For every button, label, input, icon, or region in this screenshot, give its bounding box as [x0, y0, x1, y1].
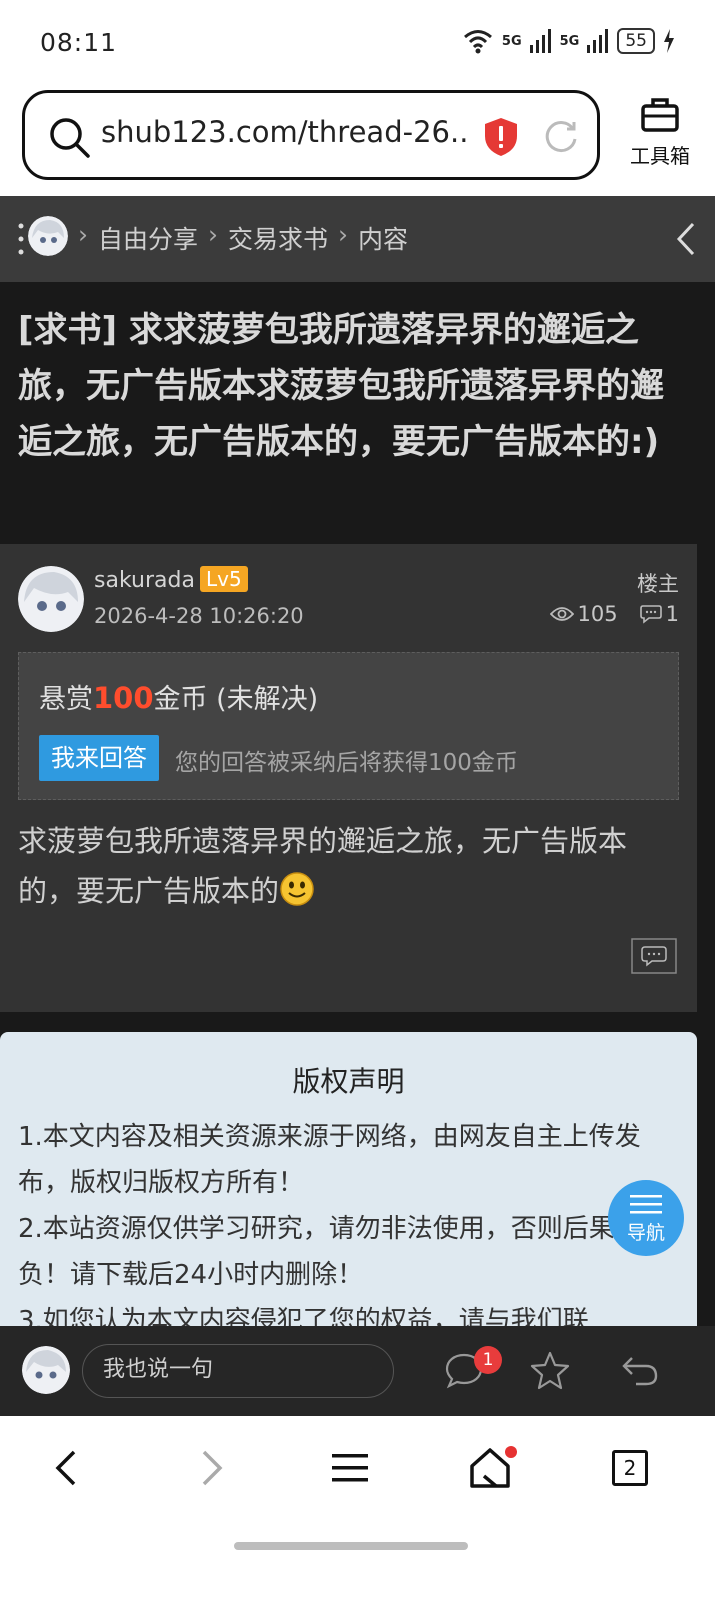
reply-comment-icon[interactable]	[631, 938, 677, 974]
back-icon[interactable]	[46, 1446, 90, 1490]
shield-icon[interactable]	[483, 117, 519, 157]
author-name[interactable]: sakurada	[94, 568, 195, 593]
floating-nav-button[interactable]: 导航	[608, 1180, 684, 1256]
back-chevron-icon[interactable]	[673, 220, 697, 258]
author-avatar[interactable]	[18, 566, 84, 632]
reward-box: 悬赏100金币 (未解决) 我来回答 您的回答被采纳后将获得100金币	[18, 652, 679, 800]
post-stats: 105 1	[549, 602, 679, 626]
browser-toolbar: shub123.com/thread-26... 工具箱	[0, 88, 715, 196]
avatar[interactable]	[28, 216, 68, 256]
copyright-lines: 1.本文内容及相关资源来源于网络，由网友自主上传发布，版权归版权方所有！ 2.本…	[0, 1100, 697, 1344]
status-bar: 08:11 5G 5G 55	[0, 0, 715, 88]
author-role: 楼主	[637, 572, 679, 596]
url-text[interactable]: shub123.com/thread-26...	[101, 115, 471, 149]
toolbox-button[interactable]: 工具箱	[618, 96, 702, 169]
copyright-notice: 版权声明 1.本文内容及相关资源来源于网络，由网友自主上传发布，版权归版权方所有…	[0, 1032, 697, 1352]
tabs-button[interactable]: 2	[612, 1450, 648, 1486]
menu-dots-icon[interactable]	[18, 222, 24, 256]
copyright-line: 1.本文内容及相关资源来源于网络，由网友自主上传发布，版权归版权方所有！	[18, 1122, 641, 1198]
status-icons: 5G 5G 55	[462, 28, 675, 54]
views-stat: 105	[549, 602, 618, 626]
breadcrumb-item-free-share[interactable]: 自由分享	[98, 220, 198, 256]
post-card: sakurada Lv5 2026-4-28 10:26:20 楼主 105 1	[0, 544, 697, 1012]
replies-stat: 1	[639, 602, 679, 626]
reply-input[interactable]: 我也说一句	[82, 1344, 394, 1398]
comment-count-badge: 1	[474, 1346, 502, 1374]
status-time: 08:11	[40, 28, 118, 57]
views-count: 105	[577, 602, 618, 626]
reward-hint: 您的回答被采纳后将获得100金币	[175, 750, 518, 776]
breadcrumb-bar: › 自由分享 › 交易求书 › 内容	[0, 196, 715, 282]
user-avatar[interactable]	[22, 1346, 70, 1394]
copyright-title: 版权声明	[292, 1065, 405, 1098]
post-date: 2026-4-28 10:26:20	[94, 604, 304, 628]
reward-amount: 100	[93, 681, 154, 715]
menu-icon	[630, 1195, 662, 1214]
reward-text: 悬赏100金币 (未解决)	[39, 681, 319, 715]
replies-count: 1	[665, 602, 679, 626]
toolbox-icon	[641, 98, 679, 132]
menu-icon[interactable]	[328, 1446, 372, 1490]
favorite-star-icon[interactable]	[530, 1350, 570, 1390]
signal-label-1: 5G	[501, 33, 522, 49]
gesture-bar[interactable]	[234, 1542, 468, 1550]
smiley-icon	[280, 872, 314, 906]
signal-icon	[529, 29, 551, 53]
notification-dot	[505, 1446, 517, 1458]
post-body: 求菠萝包我所遗落异界的邂逅之旅，无广告版本的，要无广告版本的	[18, 824, 628, 908]
signal-icon	[587, 29, 609, 53]
reply-bar: 我也说一句	[0, 1326, 715, 1416]
comment-icon	[639, 605, 662, 624]
signal-label-2: 5G	[559, 33, 580, 49]
forward-icon[interactable]	[188, 1446, 232, 1490]
toolbox-label: 工具箱	[630, 144, 690, 168]
answer-button[interactable]: 我来回答	[39, 735, 159, 781]
browser-bottom-nav: 2	[0, 1416, 715, 1600]
wifi-icon	[463, 30, 492, 54]
battery-indicator: 55	[617, 28, 655, 54]
address-bar[interactable]: shub123.com/thread-26...	[22, 90, 600, 180]
share-return-icon[interactable]	[620, 1350, 660, 1390]
thread-title: [求书] 求求菠萝包我所遗落异界的邂逅之旅，无广告版本求菠萝包我所遗落异界的邂逅…	[18, 310, 664, 462]
search-icon	[50, 118, 90, 158]
reload-icon[interactable]	[541, 117, 581, 157]
copyright-line: 2.本站资源仅供学习研究，请勿非法使用，否则后果自负！请下载后24小时内删除！	[18, 1214, 641, 1290]
eye-icon	[549, 607, 574, 621]
breadcrumb-item-content: 内容	[358, 225, 409, 254]
level-badge: Lv5	[200, 566, 248, 592]
charging-icon	[664, 29, 674, 53]
breadcrumb: › 自由分享 › 交易求书 › 内容	[78, 220, 409, 256]
breadcrumb-item-book-request[interactable]: 交易求书	[228, 220, 328, 256]
nav-label: 导航	[626, 1222, 665, 1244]
